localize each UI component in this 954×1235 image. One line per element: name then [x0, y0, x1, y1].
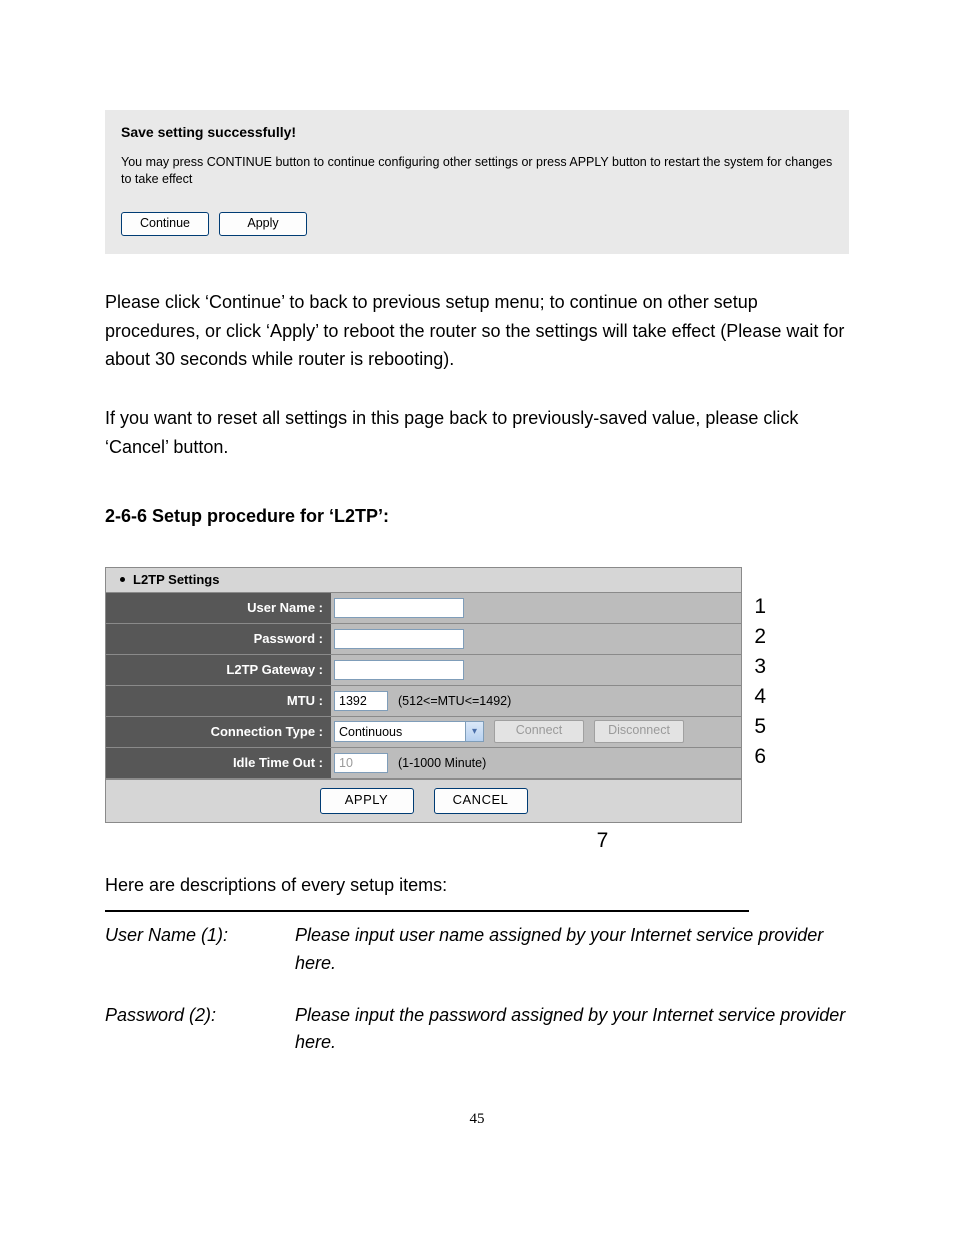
label-l2tp-gateway: L2TP Gateway : — [106, 655, 331, 685]
settings-apply-button[interactable]: APPLY — [320, 788, 414, 814]
connection-type-value: Continuous — [335, 725, 465, 739]
settings-cancel-button[interactable]: CANCEL — [434, 788, 528, 814]
connect-button[interactable]: Connect — [494, 720, 584, 743]
desc-definition: Please input user name assigned by your … — [295, 922, 849, 1002]
desc-term: User Name (1): — [105, 922, 295, 1002]
save-success-title: Save setting successfully! — [121, 124, 833, 140]
annotation-7: 7 — [105, 829, 740, 853]
label-connection-type: Connection Type : — [106, 717, 331, 747]
chevron-down-icon: ▾ — [465, 722, 483, 741]
annotation-6: 6 — [742, 742, 766, 772]
desc-term: Password (2): — [105, 1002, 295, 1082]
divider — [105, 910, 749, 912]
save-success-message: You may press CONTINUE button to continu… — [121, 154, 833, 188]
panel-title: L2TP Settings — [133, 572, 219, 587]
annotation-5: 5 — [742, 712, 766, 742]
annotation-4: 4 — [742, 682, 766, 712]
annotation-2: 2 — [742, 622, 766, 652]
annotation-1: 1 — [742, 592, 766, 622]
continue-button[interactable]: Continue — [121, 212, 209, 236]
idle-timeout-input[interactable] — [334, 753, 388, 773]
panel-header: L2TP Settings — [106, 568, 741, 593]
annotation-3: 3 — [742, 652, 766, 682]
label-user-name: User Name : — [106, 593, 331, 623]
idle-timeout-hint: (1-1000 Minute) — [398, 756, 486, 770]
instruction-paragraph-2: If you want to reset all settings in thi… — [105, 404, 849, 462]
label-idle-timeout: Idle Time Out : — [106, 748, 331, 778]
save-success-panel: Save setting successfully! You may press… — [105, 110, 849, 254]
label-password: Password : — [106, 624, 331, 654]
annotation-column: 1 2 3 4 5 6 — [742, 567, 766, 823]
mtu-input[interactable] — [334, 691, 388, 711]
instruction-paragraph-1: Please click ‘Continue’ to back to previ… — [105, 288, 849, 374]
connection-type-select[interactable]: Continuous ▾ — [334, 721, 484, 742]
section-heading: 2-6-6 Setup procedure for ‘L2TP’: — [105, 506, 849, 527]
l2tp-gateway-input[interactable] — [334, 660, 464, 680]
label-mtu: MTU : — [106, 686, 331, 716]
page-number: 45 — [105, 1111, 849, 1128]
user-name-input[interactable] — [334, 598, 464, 618]
disconnect-button[interactable]: Disconnect — [594, 720, 684, 743]
descriptions-intro: Here are descriptions of every setup ite… — [105, 875, 849, 896]
password-input[interactable] — [334, 629, 464, 649]
l2tp-settings-panel: L2TP Settings User Name : Password : L2T… — [105, 567, 742, 823]
desc-definition: Please input the password assigned by yo… — [295, 1002, 849, 1082]
descriptions-table: User Name (1): Please input user name as… — [105, 922, 849, 1082]
apply-button[interactable]: Apply — [219, 212, 307, 236]
bullet-icon — [120, 577, 125, 582]
mtu-hint: (512<=MTU<=1492) — [398, 694, 511, 708]
